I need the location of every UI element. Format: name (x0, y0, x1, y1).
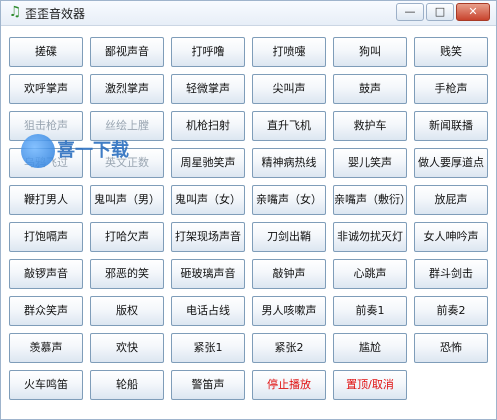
sound-button[interactable]: 精神病热线 (252, 148, 326, 178)
sound-button[interactable]: 女人呻吟声 (414, 222, 488, 252)
sound-button[interactable]: 群斗剑击 (414, 259, 488, 289)
app-window: ♫ 歪歪音效器 — □ ✕ 搓碟 鄙视声音 打呼噜 打喷嚏 狗叫 贱笑欢呼掌声 激烈掌声 轻微… (0, 0, 497, 420)
sound-button[interactable]: 尴尬 (333, 333, 407, 363)
sound-button[interactable]: 亲嘴声（敷衍） (333, 185, 407, 215)
sound-button[interactable]: 敲钟声 (252, 259, 326, 289)
sound-button[interactable]: 轮船 (90, 370, 164, 400)
sound-button[interactable]: 鄙视声音 (90, 37, 164, 67)
sound-button[interactable]: 刀剑出鞘 (252, 222, 326, 252)
sound-button[interactable]: 搓碟 (9, 37, 83, 67)
sound-button[interactable]: 狗叫 (333, 37, 407, 67)
sound-button[interactable]: 婴儿笑声 (333, 148, 407, 178)
stop-playback-button[interactable]: 停止播放 (252, 370, 326, 400)
pin-toggle-button[interactable]: 置顶/取消 (333, 370, 407, 400)
sound-button-grid: 搓碟 鄙视声音 打呼噜 打喷嚏 狗叫 贱笑欢呼掌声 激烈掌声 轻微掌声 尖叫声 鼓声 手枪声狙击枪声… (9, 37, 489, 400)
sound-button[interactable]: 亲嘴声（女） (252, 185, 326, 215)
maximize-button[interactable]: □ (426, 3, 454, 21)
sound-button[interactable]: 砸玻璃声音 (171, 259, 245, 289)
sound-button[interactable]: 鬼叫声（男） (90, 185, 164, 215)
sound-button[interactable]: 非诚勿扰灭灯 (333, 222, 407, 252)
sound-button[interactable]: 尖叫声 (252, 74, 326, 104)
sound-button[interactable]: 英文正数 (90, 148, 164, 178)
sound-button[interactable]: 欢呼掌声 (9, 74, 83, 104)
sound-button[interactable]: 周星驰笑声 (171, 148, 245, 178)
sound-button[interactable]: 群众笑声 (9, 296, 83, 326)
sound-button[interactable]: 电话占线 (171, 296, 245, 326)
sound-button[interactable]: 打哈欠声 (90, 222, 164, 252)
sound-button[interactable]: 敲锣声音 (9, 259, 83, 289)
sound-button[interactable]: 打呼噜 (171, 37, 245, 67)
sound-button[interactable]: 打架现场声音 (171, 222, 245, 252)
sound-button[interactable]: 救护车 (333, 111, 407, 141)
sound-button[interactable]: 警笛声 (171, 370, 245, 400)
sound-button[interactable]: 羡慕声 (9, 333, 83, 363)
sound-button[interactable]: 机枪扫射 (171, 111, 245, 141)
sound-button[interactable]: 鞭打男人 (9, 185, 83, 215)
sound-button[interactable]: 轻微掌声 (171, 74, 245, 104)
sound-button[interactable]: 直升飞机 (252, 111, 326, 141)
sound-button[interactable]: 版权 (90, 296, 164, 326)
sound-button[interactable]: 放屁声 (414, 185, 488, 215)
minimize-button[interactable]: — (396, 3, 424, 21)
sound-button[interactable]: 男人咳嗽声 (252, 296, 326, 326)
music-note-icon: ♫ (8, 4, 22, 20)
sound-button[interactable]: 心跳声 (333, 259, 407, 289)
sound-button[interactable]: 邪恶的笑 (90, 259, 164, 289)
sound-button[interactable]: 紧张2 (252, 333, 326, 363)
sound-button[interactable]: 做人要厚道点 (414, 148, 488, 178)
sound-button[interactable]: 激烈掌声 (90, 74, 164, 104)
sound-button[interactable]: 贱笑 (414, 37, 488, 67)
sound-button[interactable]: 恐怖 (414, 333, 488, 363)
sound-button[interactable]: 前奏2 (414, 296, 488, 326)
sound-button[interactable]: 新闻联播 (414, 111, 488, 141)
close-button[interactable]: ✕ (456, 3, 490, 21)
sound-button[interactable]: 鬼叫声（女） (171, 185, 245, 215)
sound-button[interactable]: 打饱嗝声 (9, 222, 83, 252)
window-title: 歪歪音效器 (25, 7, 86, 21)
sound-button[interactable]: 前奏1 (333, 296, 407, 326)
sound-button[interactable]: 手枪声 (414, 74, 488, 104)
sound-button[interactable]: 火车鸣笛 (9, 370, 83, 400)
title-bar[interactable]: ♫ 歪歪音效器 — □ ✕ (1, 1, 496, 26)
sound-button[interactable]: 乌鸦飞过 (9, 148, 83, 178)
window-controls: — □ ✕ (396, 3, 490, 21)
sound-button[interactable]: 丝绘上膛 (90, 111, 164, 141)
sound-button[interactable]: 打喷嚏 (252, 37, 326, 67)
sound-button[interactable]: 欢快 (90, 333, 164, 363)
sound-button[interactable]: 狙击枪声 (9, 111, 83, 141)
sound-button[interactable]: 紧张1 (171, 333, 245, 363)
sound-button[interactable]: 鼓声 (333, 74, 407, 104)
